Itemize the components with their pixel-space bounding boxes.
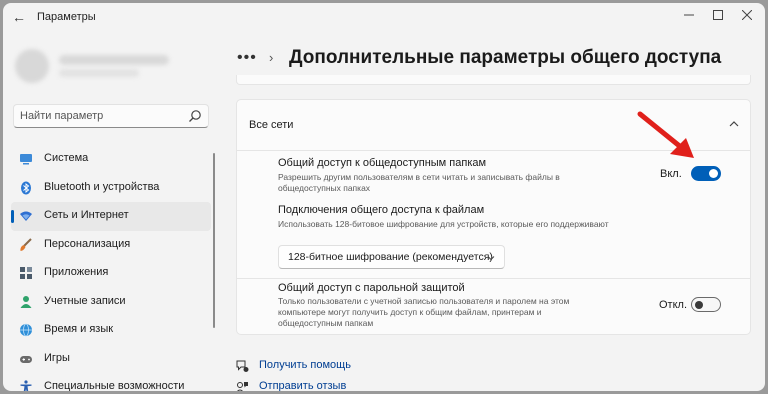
bluetooth-icon: [21, 181, 31, 194]
get-help-label[interactable]: Получить помощь: [259, 359, 351, 371]
sidebar-nav: Система Bluetooth и устройства Сеть и Ин…: [11, 145, 211, 391]
setting-title: Общий доступ с парольной защитой: [278, 282, 465, 294]
globe-icon: [20, 323, 32, 337]
sidebar-item-label: Игры: [44, 351, 70, 364]
public-folder-sharing-toggle[interactable]: [691, 166, 721, 181]
minimize-icon[interactable]: [679, 7, 699, 25]
sidebar-item-personalization[interactable]: Персонализация: [11, 231, 211, 260]
chevron-up-icon[interactable]: [728, 118, 740, 130]
search-box[interactable]: [13, 104, 209, 128]
encryption-select-value: 128-битное шифрование (рекомендуется): [288, 251, 493, 263]
toggle-state-label: Вкл.: [660, 168, 682, 180]
brush-icon: [20, 237, 32, 251]
setting-description: Использовать 128-битовое шифрование для …: [278, 219, 609, 229]
password-protected-sharing-toggle[interactable]: [691, 297, 721, 312]
sidebar-item-network[interactable]: Сеть и Интернет: [11, 202, 211, 231]
profile-email-blurred: [59, 69, 139, 77]
app-title: Параметры: [37, 11, 96, 23]
sidebar-item-apps[interactable]: Приложения: [11, 259, 211, 288]
breadcrumb-more-button[interactable]: •••: [237, 49, 257, 67]
profile-name-blurred: [59, 55, 169, 65]
sidebar-item-label: Персонализация: [44, 237, 131, 250]
encryption-select[interactable]: 128-битное шифрование (рекомендуется): [278, 245, 505, 269]
setting-title: Общий доступ к общедоступным папкам: [278, 157, 487, 169]
user-profile[interactable]: [15, 49, 175, 83]
maximize-icon[interactable]: [708, 7, 728, 25]
person-icon: [20, 295, 32, 308]
accessibility-icon: [20, 380, 32, 391]
sidebar-item-time-language[interactable]: Время и язык: [11, 316, 211, 345]
sidebar-item-label: Приложения: [44, 266, 109, 278]
sidebar-item-label: Специальные возможности: [44, 380, 185, 391]
avatar: [15, 49, 49, 83]
sidebar-item-accounts[interactable]: Учетные записи: [11, 288, 211, 317]
sidebar-item-label: Bluetooth и устройства: [44, 180, 160, 193]
sidebar-item-accessibility[interactable]: Специальные возможности: [11, 373, 211, 391]
monitor-icon: [20, 154, 32, 165]
password-protected-sharing-row: Общий доступ с парольной защитой Только …: [237, 279, 750, 335]
previous-card-edge: [236, 75, 751, 85]
annotation-arrow-icon: [637, 111, 694, 158]
sidebar-item-gaming[interactable]: Игры: [11, 345, 211, 374]
active-indicator: [11, 210, 14, 223]
page-title: Дополнительные параметры общего доступа: [289, 47, 722, 68]
send-feedback-label[interactable]: Отправить отзыв: [259, 380, 346, 391]
title-bar: ← Параметры: [3, 3, 765, 31]
close-icon[interactable]: [737, 7, 757, 25]
wifi-icon: [20, 211, 32, 221]
chevron-down-icon: [487, 256, 495, 261]
settings-window: ← Параметры Система: [3, 3, 765, 391]
arrow-left-icon[interactable]: ←: [11, 9, 27, 25]
help-icon: [236, 360, 249, 372]
toggle-state-label: Откл.: [659, 299, 688, 311]
sidebar-item-label: Учетные записи: [44, 294, 126, 307]
setting-title: Подключения общего доступа к файлам: [278, 204, 485, 216]
sidebar-item-label: Сеть и Интернет: [44, 209, 129, 221]
sidebar-item-label: Система: [44, 152, 89, 164]
search-icon[interactable]: [188, 109, 202, 123]
apps-icon: [20, 267, 32, 279]
search-input[interactable]: [20, 108, 180, 124]
feedback-icon: [237, 382, 248, 391]
sidebar-item-system[interactable]: Система: [11, 145, 211, 174]
section-title: Все сети: [249, 119, 294, 131]
gamepad-icon: [20, 355, 32, 363]
sidebar-item-label: Время и язык: [44, 323, 114, 335]
setting-description: Только пользователи с учетной записью по…: [278, 296, 570, 328]
toggle-knob: [695, 300, 703, 309]
sidebar-item-bluetooth[interactable]: Bluetooth и устройства: [11, 174, 211, 203]
toggle-knob: [709, 169, 718, 178]
setting-description: Разрешить другим пользователям в сети чи…: [278, 172, 560, 193]
sidebar-scrollbar[interactable]: [213, 153, 215, 328]
chevron-right-icon: ›: [269, 50, 274, 65]
